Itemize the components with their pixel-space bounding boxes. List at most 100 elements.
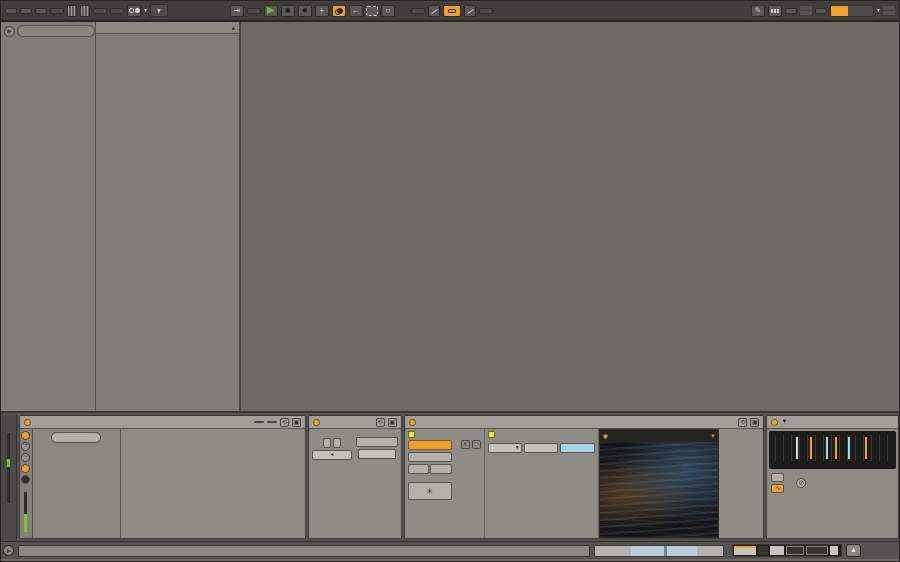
tap-tempo-button[interactable] — [35, 7, 47, 14]
spectral-title-bar[interactable]: ⟲ ▣ — [404, 416, 764, 429]
new-variation-button[interactable] — [51, 432, 102, 443]
follow-arrow-icon[interactable]: ⇥ — [229, 4, 244, 17]
draw-mode-button[interactable]: ✎ — [750, 4, 765, 17]
nudge-up-button[interactable] — [80, 4, 90, 17]
session-record-button[interactable]: ○ — [380, 4, 395, 17]
follow-button[interactable] — [20, 7, 32, 14]
re-enable-automation-button[interactable]: ← — [348, 4, 363, 17]
computer-midi-keyboard-button[interactable] — [767, 4, 782, 17]
preview-play-icon[interactable] — [3, 545, 14, 556]
freeze-retrigger-button[interactable] — [407, 452, 452, 462]
redux-title-bar[interactable]: ⟲ ▣ — [308, 416, 401, 429]
rack-add-button[interactable]: + — [21, 442, 31, 451]
rack-title-bar[interactable]: ⟲ ▣ — [19, 416, 305, 429]
delay-toggle[interactable] — [487, 431, 495, 438]
device-chain-overview[interactable] — [732, 544, 842, 557]
spectral-output-section — [719, 429, 763, 538]
lfo-waveform-button[interactable]: ∿ — [771, 484, 785, 493]
freeze-sync-button[interactable] — [430, 464, 452, 474]
redux-device: ⟲ ▣ ◂ — [307, 415, 402, 539]
delay-section: ▾ — [485, 429, 599, 538]
hot-swap-icon[interactable]: ⟲ — [279, 417, 289, 427]
freeze-button[interactable]: ✳ — [407, 482, 452, 500]
preview-button[interactable]: ▶ — [4, 25, 15, 37]
filter-pre-button[interactable] — [322, 438, 331, 448]
stereo-field[interactable] — [524, 443, 559, 453]
stop-button[interactable]: ■ — [280, 4, 295, 17]
fade-mode-icon[interactable]: ◠ — [471, 440, 481, 449]
phaser-title-bar[interactable]: ▼ — [767, 416, 899, 429]
status-bar: ▲ — [1, 541, 899, 559]
loop-length-field[interactable] — [478, 7, 493, 14]
capture-midi-button[interactable] — [365, 5, 378, 16]
browser-sidebar: ▶ — [1, 22, 96, 411]
map-button[interactable] — [266, 421, 277, 423]
device-on-button[interactable] — [23, 418, 31, 426]
drywet-field[interactable] — [357, 449, 396, 459]
metronome-button[interactable] — [127, 4, 141, 17]
loop-button[interactable] — [442, 4, 461, 17]
punch-in-button[interactable] — [427, 4, 440, 17]
hot-swap-icon[interactable]: ⟲ — [375, 417, 385, 427]
nudge-down-button[interactable] — [67, 4, 77, 17]
browser-content-tree: ▴ — [96, 22, 239, 411]
device-scroll-bar[interactable] — [594, 544, 724, 557]
rack-toolbar: + − — [19, 429, 33, 538]
spectral-time-device: ⟲ ▣ ✳ ✕ ◠ ▾ ◉ ▾ — [403, 415, 765, 539]
freeze-onsets-button[interactable] — [407, 464, 430, 474]
xfade-mode-icon[interactable]: ✕ — [460, 440, 470, 449]
output-meter-mini — [883, 6, 895, 15]
time-signature-field[interactable] — [93, 7, 107, 14]
metronome-menu-icon[interactable]: ▾ — [144, 7, 147, 14]
tree-header[interactable]: ▴ — [96, 22, 239, 34]
main-area: ▶ ▴ — [1, 22, 899, 411]
device-on-button[interactable] — [312, 418, 320, 426]
device-on-button[interactable] — [771, 418, 779, 426]
freezer-section: ✳ ✕ ◠ — [405, 429, 485, 538]
link-button[interactable] — [5, 7, 17, 14]
device-view: ⟲ ▣ + − ⟲ ▣ ◂ ⟲ ▣ ✳ ✕ ◠ ▾ ◉ ▾ ▼ ∿ ⊘ — [1, 411, 899, 541]
filter-post-button[interactable] — [332, 438, 341, 448]
delay-mode-select[interactable]: ▾ — [487, 443, 522, 453]
arrangement-position-field[interactable] — [246, 7, 261, 14]
hot-swap-icon[interactable]: ⟲ — [738, 417, 748, 427]
dc-shift-button[interactable] — [355, 437, 398, 447]
search-input[interactable] — [17, 25, 95, 37]
save-preset-icon[interactable]: ▣ — [387, 417, 397, 427]
rate-hz-button[interactable] — [771, 473, 785, 482]
tempo-field[interactable] — [50, 7, 64, 14]
delay-drywet-field[interactable] — [560, 443, 595, 453]
save-preset-icon[interactable]: ▣ — [750, 417, 760, 427]
rack-device-toggle[interactable] — [21, 475, 31, 484]
rack-chain-toggle[interactable] — [21, 464, 31, 473]
rand-button[interactable] — [253, 421, 264, 423]
quantization-menu[interactable]: ▾ — [150, 3, 168, 18]
rack-remove-button[interactable]: − — [21, 453, 31, 462]
browser-panel: ▶ ▴ — [1, 22, 241, 411]
play-button[interactable]: ▶ — [263, 4, 278, 17]
automation-arm-button[interactable] — [331, 4, 346, 17]
device-view-edge — [1, 415, 17, 539]
rack-macro-toggle[interactable] — [21, 431, 31, 440]
cpu-menu-icon[interactable]: ▾ — [877, 7, 880, 14]
phaser-display — [769, 431, 897, 469]
freezer-toggle[interactable] — [407, 431, 415, 438]
device-on-button[interactable] — [408, 418, 416, 426]
filter-freq-field[interactable]: ◂ — [311, 450, 352, 460]
save-preset-icon[interactable]: ▣ — [291, 417, 301, 427]
record-button[interactable]: ● — [297, 4, 312, 17]
cpu-meter[interactable] — [829, 4, 874, 17]
spectrogram-play-icon[interactable]: ◉ — [603, 432, 609, 440]
freeze-manual-button[interactable] — [407, 440, 452, 450]
midi-overdub-button[interactable]: + — [314, 4, 329, 17]
punch-out-button[interactable] — [463, 4, 476, 17]
groove-amount-field[interactable] — [110, 7, 124, 14]
fold-device-icon[interactable]: ▼ — [781, 419, 787, 425]
loop-start-field[interactable] — [410, 7, 425, 14]
spectrogram-display: ◉ ▾ — [598, 429, 719, 538]
phase-invert-button[interactable]: ⊘ — [796, 478, 807, 488]
midi-map-button[interactable] — [814, 7, 827, 14]
key-map-button[interactable] — [784, 7, 797, 14]
device-view-toggle[interactable]: ▲ — [846, 544, 861, 557]
macro-variations-panel — [32, 429, 121, 538]
